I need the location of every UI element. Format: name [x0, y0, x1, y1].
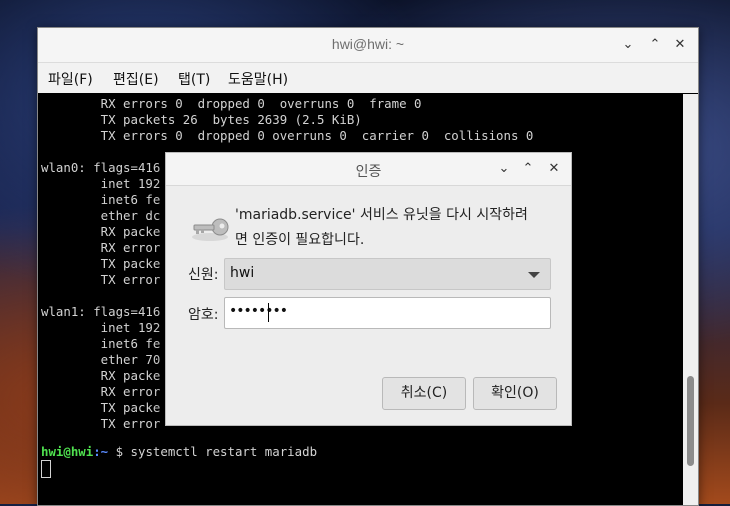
identity-select[interactable]: hwi [224, 258, 551, 290]
maximize-icon[interactable]: ⌃ [645, 35, 665, 55]
menubar: 파일(F) 편집(E) 탭(T) 도움말(H) [38, 63, 698, 93]
text-caret [268, 303, 269, 322]
terminal-line: TX errors 0 dropped 0 overruns 0 carrier… [41, 128, 534, 143]
chevron-down-icon [528, 272, 540, 278]
dialog-maximize-icon[interactable]: ⌃ [518, 159, 538, 179]
terminal-line: TX packe [41, 400, 161, 415]
command-text: systemctl restart mariadb [130, 444, 318, 459]
prompt-path: :~ [93, 444, 109, 459]
minimize-icon[interactable]: ⌄ [618, 35, 638, 55]
auth-message-line1: 'mariadb.service' 서비스 유닛을 다시 시작하려 [235, 207, 528, 223]
terminal-line: ether dc [41, 208, 161, 223]
dialog-close-icon[interactable]: ✕ [544, 159, 564, 179]
terminal-line: ether 70 [41, 352, 161, 367]
terminal-line: TX packets 26 bytes 2639 (2.5 KiB) [41, 112, 362, 127]
key-icon [192, 218, 229, 241]
auth-message-line2: 면 인증이 필요합니다. [235, 232, 365, 248]
terminal-line: TX packe [41, 256, 161, 271]
password-label: 암호: [188, 307, 219, 323]
terminal-line: TX error [41, 416, 161, 431]
auth-message: 'mariadb.service' 서비스 유닛을 다시 시작하려 면 인증이 … [235, 203, 565, 253]
identity-value: hwi [230, 265, 255, 281]
terminal-line: wlan1: flags=416 [41, 304, 161, 319]
menu-file[interactable]: 파일(F) [48, 69, 93, 89]
window-title: hwi@hwi: ~ [331, 36, 405, 52]
close-icon[interactable]: ✕ [670, 35, 690, 55]
dialog-titlebar[interactable]: 인증 ⌄ ⌃ ✕ [166, 153, 571, 186]
scroll-thumb[interactable] [687, 376, 694, 466]
terminal-line: RX error [41, 240, 161, 255]
cancel-button[interactable]: 취소(C) [382, 377, 466, 410]
terminal-line: RX packe [41, 224, 161, 239]
menu-edit[interactable]: 편집(E) [113, 69, 159, 89]
terminal-line: RX error [41, 384, 161, 399]
prompt-line: hwi@hwi:~ $ systemctl restart mariadb [41, 444, 317, 460]
terminal-line: RX packe [41, 368, 161, 383]
ok-button[interactable]: 확인(O) [473, 377, 557, 410]
menu-help[interactable]: 도움말(H) [228, 69, 288, 89]
auth-dialog: 인증 ⌄ ⌃ ✕ 'mariadb.service' 서비스 유닛을 다시 시작… [165, 152, 572, 426]
terminal-line: RX errors 0 dropped 0 overruns 0 frame 0 [41, 96, 422, 111]
prompt-symbol: $ [108, 444, 131, 459]
identity-label: 신원: [188, 267, 219, 283]
terminal-titlebar[interactable]: hwi@hwi: ~ ⌄ ⌃ ✕ [38, 28, 698, 63]
scrollbar[interactable] [683, 94, 698, 505]
terminal-line: TX error [41, 272, 161, 287]
menu-tabs[interactable]: 탭(T) [178, 69, 210, 89]
terminal-cursor [41, 460, 51, 478]
dialog-minimize-icon[interactable]: ⌄ [494, 159, 514, 179]
password-value: •••••••• [229, 303, 288, 319]
password-field[interactable]: •••••••• [224, 297, 551, 329]
prompt-user: hwi@hwi [41, 444, 94, 459]
